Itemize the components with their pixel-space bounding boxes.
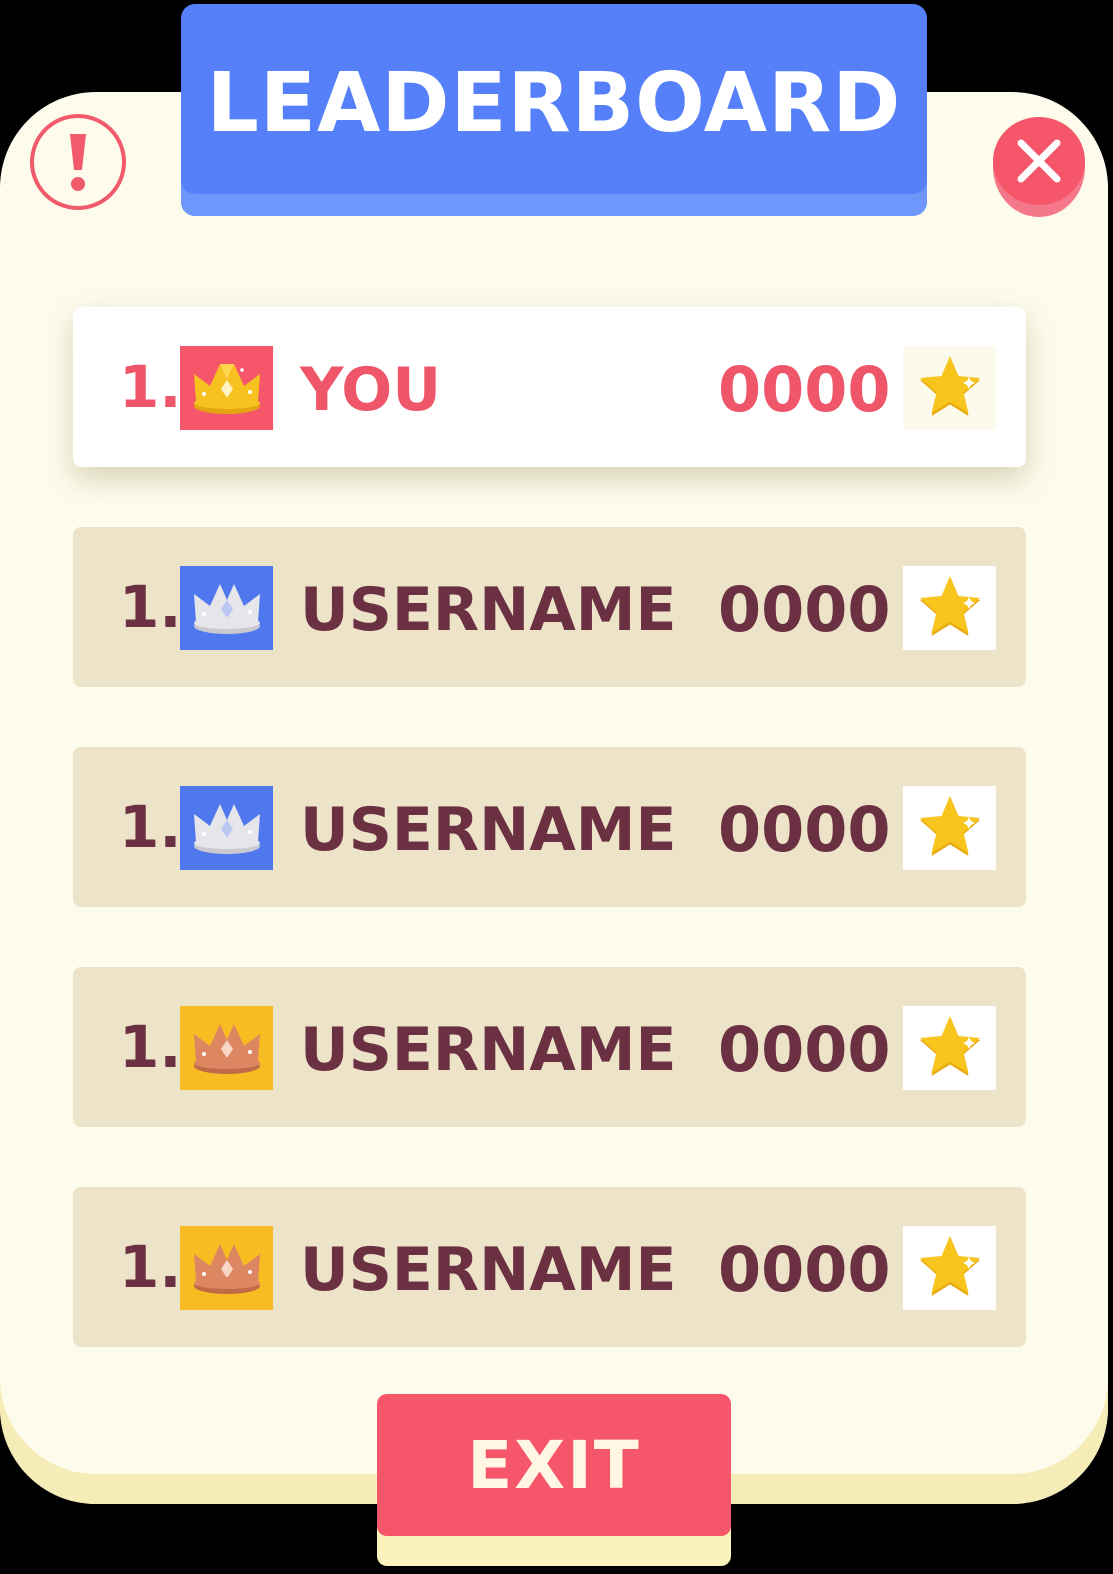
star-icon bbox=[903, 1226, 996, 1310]
silver-crown-badge bbox=[180, 566, 273, 650]
crown-icon bbox=[193, 364, 260, 414]
star-icon bbox=[903, 1006, 996, 1090]
player-score: 0000 bbox=[718, 1233, 891, 1306]
rank-number: 1. bbox=[119, 353, 182, 421]
player-name: USERNAME bbox=[300, 795, 677, 865]
star-icon bbox=[903, 786, 996, 870]
crown-icon bbox=[193, 804, 260, 854]
title-banner: LEADERBOARD bbox=[181, 4, 927, 216]
info-exclamation-icon[interactable] bbox=[30, 114, 126, 210]
player-name: YOU bbox=[300, 355, 442, 425]
leaderboard-row: 1. USERNAME 0000 bbox=[73, 527, 1026, 687]
player-name: USERNAME bbox=[300, 1235, 677, 1305]
close-x-icon[interactable] bbox=[993, 117, 1085, 205]
page-title: LEADERBOARD bbox=[206, 55, 902, 151]
player-name: USERNAME bbox=[300, 1015, 677, 1085]
crown-icon bbox=[193, 1244, 260, 1294]
player-name: USERNAME bbox=[300, 575, 677, 645]
leaderboard-row: 1. USERNAME 0000 bbox=[73, 1187, 1026, 1347]
leaderboard-row-you: 1. YOU 0000 bbox=[73, 307, 1026, 467]
rank-number: 1. bbox=[119, 573, 182, 641]
player-score: 0000 bbox=[718, 793, 891, 866]
player-score: 0000 bbox=[718, 1013, 891, 1086]
crown-icon bbox=[193, 584, 260, 634]
leaderboard-row: 1. USERNAME 0000 bbox=[73, 967, 1026, 1127]
exit-button-label: EXIT bbox=[467, 1426, 641, 1504]
exit-button[interactable]: EXIT bbox=[377, 1394, 731, 1536]
close-button[interactable] bbox=[993, 117, 1085, 217]
gold-crown-badge bbox=[180, 346, 273, 430]
silver-crown-badge bbox=[180, 786, 273, 870]
bronze-crown-badge bbox=[180, 1006, 273, 1090]
leaderboard-row: 1. USERNAME 0000 bbox=[73, 747, 1026, 907]
bronze-crown-badge bbox=[180, 1226, 273, 1310]
star-icon bbox=[903, 566, 996, 650]
crown-icon bbox=[193, 1024, 260, 1074]
rank-number: 1. bbox=[119, 1233, 182, 1301]
star-icon bbox=[903, 346, 996, 430]
rank-number: 1. bbox=[119, 1013, 182, 1081]
player-score: 0000 bbox=[718, 353, 891, 426]
rank-number: 1. bbox=[119, 793, 182, 861]
player-score: 0000 bbox=[718, 573, 891, 646]
leaderboard-screen: LEADERBOARD 1. YOU 0000 1. USERNAME 0000… bbox=[0, 0, 1113, 1574]
